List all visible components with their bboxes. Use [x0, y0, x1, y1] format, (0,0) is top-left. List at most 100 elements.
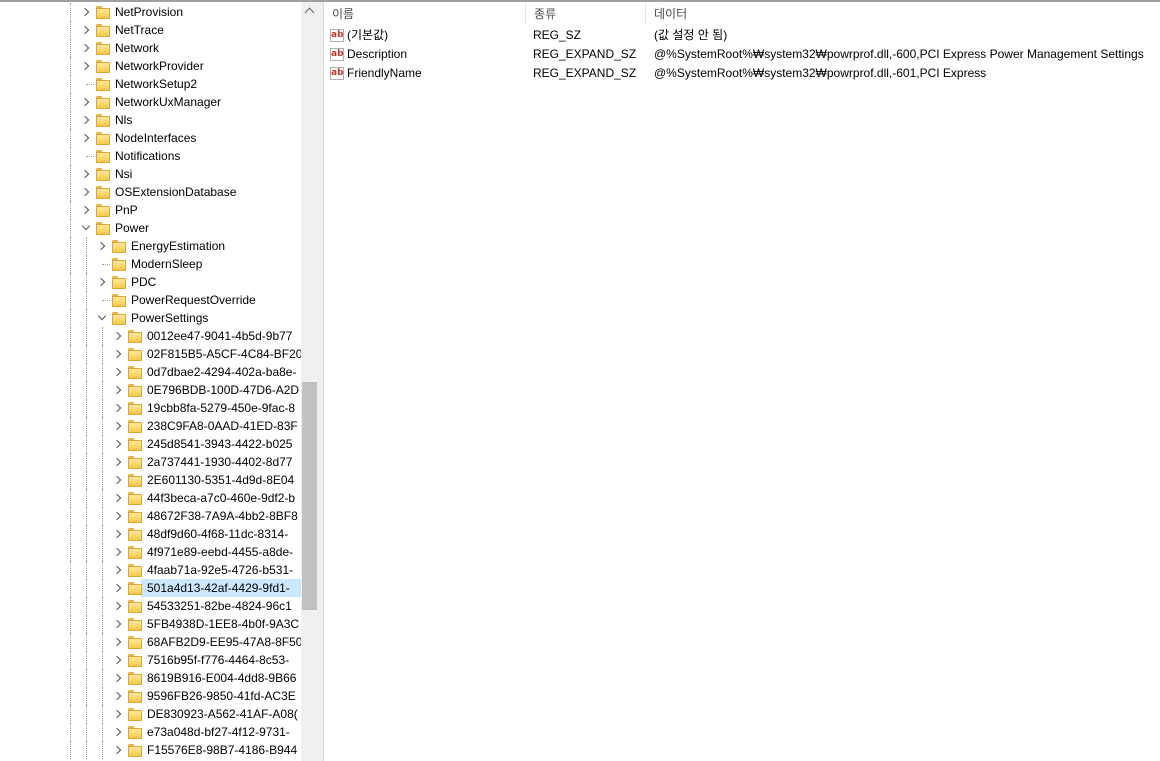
- tree-guide-line: [102, 471, 103, 489]
- chevron-right-icon[interactable]: [111, 489, 125, 507]
- tree-item[interactable]: 8619B916-E004-4dd8-9B66: [0, 669, 301, 687]
- chevron-down-icon[interactable]: [79, 219, 93, 237]
- tree-item[interactable]: F15576E8-98B7-4186-B944: [0, 741, 301, 759]
- tree-item[interactable]: 501a4d13-42af-4429-9fd1-: [0, 579, 301, 597]
- chevron-right-icon[interactable]: [79, 57, 93, 75]
- tree-item[interactable]: 44f3beca-a7c0-460e-9df2-b: [0, 489, 301, 507]
- chevron-right-icon[interactable]: [95, 237, 109, 255]
- tree-item[interactable]: Nsi: [0, 165, 301, 183]
- tree-item[interactable]: 19cbb8fa-5279-450e-9fac-8: [0, 399, 301, 417]
- tree-item[interactable]: 02F815B5-A5CF-4C84-BF20: [0, 345, 302, 363]
- tree-item[interactable]: 2a737441-1930-4402-8d77: [0, 453, 301, 471]
- tree-item[interactable]: NetworkSetup2: [0, 75, 301, 93]
- column-header-name[interactable]: 이름: [324, 2, 526, 26]
- tree-item[interactable]: 68AFB2D9-EE95-47A8-8F50: [0, 633, 302, 651]
- chevron-right-icon[interactable]: [111, 597, 125, 615]
- tree-item[interactable]: 4faab71a-92e5-4726-b531-: [0, 561, 301, 579]
- chevron-right-icon[interactable]: [111, 633, 125, 651]
- registry-values-pane[interactable]: 이름 종류 데이터 ab (기본값) REG_SZ (값 설정 안 됨) ab …: [324, 2, 1160, 761]
- tree-item[interactable]: 245d8541-3943-4422-b025: [0, 435, 301, 453]
- chevron-right-icon[interactable]: [111, 507, 125, 525]
- tree-item[interactable]: NodeInterfaces: [0, 129, 301, 147]
- chevron-right-icon[interactable]: [111, 579, 125, 597]
- chevron-right-icon[interactable]: [111, 525, 125, 543]
- chevron-right-icon[interactable]: [111, 615, 125, 633]
- tree-item[interactable]: NetworkUxManager: [0, 93, 301, 111]
- tree-item-label: NetworkSetup2: [115, 77, 198, 91]
- column-header-data[interactable]: 데이터: [646, 2, 1160, 26]
- tree-item[interactable]: 7516b95f-f776-4464-8c53-: [0, 651, 301, 669]
- chevron-right-icon[interactable]: [111, 543, 125, 561]
- chevron-right-icon[interactable]: [111, 651, 125, 669]
- chevron-right-icon[interactable]: [111, 705, 125, 723]
- tree-item[interactable]: 2E601130-5351-4d9d-8E04: [0, 471, 301, 489]
- value-row[interactable]: ab FriendlyName REG_EXPAND_SZ @%SystemRo…: [324, 64, 1160, 83]
- chevron-right-icon[interactable]: [79, 129, 93, 147]
- chevron-right-icon[interactable]: [111, 345, 125, 363]
- value-row[interactable]: ab Description REG_EXPAND_SZ @%SystemRoo…: [324, 45, 1160, 64]
- tree-item[interactable]: PnP: [0, 201, 301, 219]
- tree-item[interactable]: PDC: [0, 273, 301, 291]
- chevron-right-icon[interactable]: [111, 453, 125, 471]
- tree-item[interactable]: Nls: [0, 111, 301, 129]
- tree-guide-line: [86, 741, 87, 759]
- tree-item[interactable]: 48672F38-7A9A-4bb2-8BF8: [0, 507, 301, 525]
- tree-item[interactable]: 5FB4938D-1EE8-4b0f-9A3C: [0, 615, 301, 633]
- tree-item-label: Nls: [115, 113, 133, 127]
- tree-item[interactable]: NetProvision: [0, 3, 301, 21]
- tree-item[interactable]: 9596FB26-9850-41fd-AC3E: [0, 687, 301, 705]
- tree-guide-line: [86, 417, 87, 435]
- chevron-right-icon[interactable]: [111, 399, 125, 417]
- chevron-right-icon[interactable]: [79, 21, 93, 39]
- tree-item[interactable]: e73a048d-bf27-4f12-9731-: [0, 723, 301, 741]
- tree-item[interactable]: 0d7dbae2-4294-402a-ba8e-: [0, 363, 301, 381]
- tree-item[interactable]: 48df9d60-4f68-11dc-8314-: [0, 525, 301, 543]
- chevron-right-icon[interactable]: [111, 363, 125, 381]
- chevron-right-icon[interactable]: [79, 3, 93, 21]
- chevron-right-icon[interactable]: [111, 327, 125, 345]
- tree-item[interactable]: 4f971e89-eebd-4455-a8de-: [0, 543, 301, 561]
- tree-guide-line: [102, 705, 103, 723]
- tree-scrollbar[interactable]: [301, 2, 318, 761]
- registry-tree-pane[interactable]: NetProvision NetTrace Network NetworkProvid…: [0, 2, 318, 761]
- column-header-type[interactable]: 종류: [526, 2, 646, 26]
- tree-item[interactable]: Network: [0, 39, 301, 57]
- chevron-right-icon[interactable]: [111, 417, 125, 435]
- chevron-right-icon[interactable]: [111, 561, 125, 579]
- chevron-right-icon[interactable]: [79, 165, 93, 183]
- tree-item[interactable]: 54533251-82be-4824-96c1: [0, 597, 301, 615]
- tree-item-label: Nsi: [115, 167, 133, 181]
- chevron-right-icon[interactable]: [111, 741, 125, 759]
- chevron-right-icon[interactable]: [111, 669, 125, 687]
- tree-item[interactable]: DE830923-A562-41AF-A08(: [0, 705, 301, 723]
- chevron-right-icon[interactable]: [79, 93, 93, 111]
- chevron-right-icon[interactable]: [111, 687, 125, 705]
- tree-item[interactable]: OSExtensionDatabase: [0, 183, 301, 201]
- tree-item[interactable]: NetworkProvider: [0, 57, 301, 75]
- folder-icon: [128, 671, 142, 685]
- chevron-right-icon[interactable]: [79, 39, 93, 57]
- chevron-right-icon[interactable]: [79, 201, 93, 219]
- tree-item[interactable]: Notifications: [0, 147, 301, 165]
- tree-item[interactable]: 0E796BDB-100D-47D6-A2D: [0, 381, 301, 399]
- scroll-thumb[interactable]: [302, 382, 317, 610]
- chevron-right-icon[interactable]: [95, 273, 109, 291]
- tree-item[interactable]: PowerRequestOverride: [0, 291, 301, 309]
- value-row[interactable]: ab (기본값) REG_SZ (값 설정 안 됨): [324, 26, 1160, 45]
- chevron-right-icon[interactable]: [79, 111, 93, 129]
- scroll-up-arrow-icon[interactable]: [301, 2, 318, 19]
- tree-item[interactable]: NetTrace: [0, 21, 301, 39]
- tree-item[interactable]: 238C9FA8-0AAD-41ED-83F: [0, 417, 301, 435]
- folder-icon: [96, 113, 110, 127]
- chevron-right-icon[interactable]: [111, 381, 125, 399]
- tree-item[interactable]: PowerSettings: [0, 309, 301, 327]
- tree-item[interactable]: Power: [0, 219, 301, 237]
- tree-item[interactable]: EnergyEstimation: [0, 237, 301, 255]
- chevron-right-icon[interactable]: [79, 183, 93, 201]
- chevron-right-icon[interactable]: [111, 723, 125, 741]
- tree-item[interactable]: 0012ee47-9041-4b5d-9b77: [0, 327, 301, 345]
- tree-item[interactable]: ModernSleep: [0, 255, 301, 273]
- chevron-right-icon[interactable]: [111, 435, 125, 453]
- chevron-down-icon[interactable]: [95, 309, 109, 327]
- chevron-right-icon[interactable]: [111, 471, 125, 489]
